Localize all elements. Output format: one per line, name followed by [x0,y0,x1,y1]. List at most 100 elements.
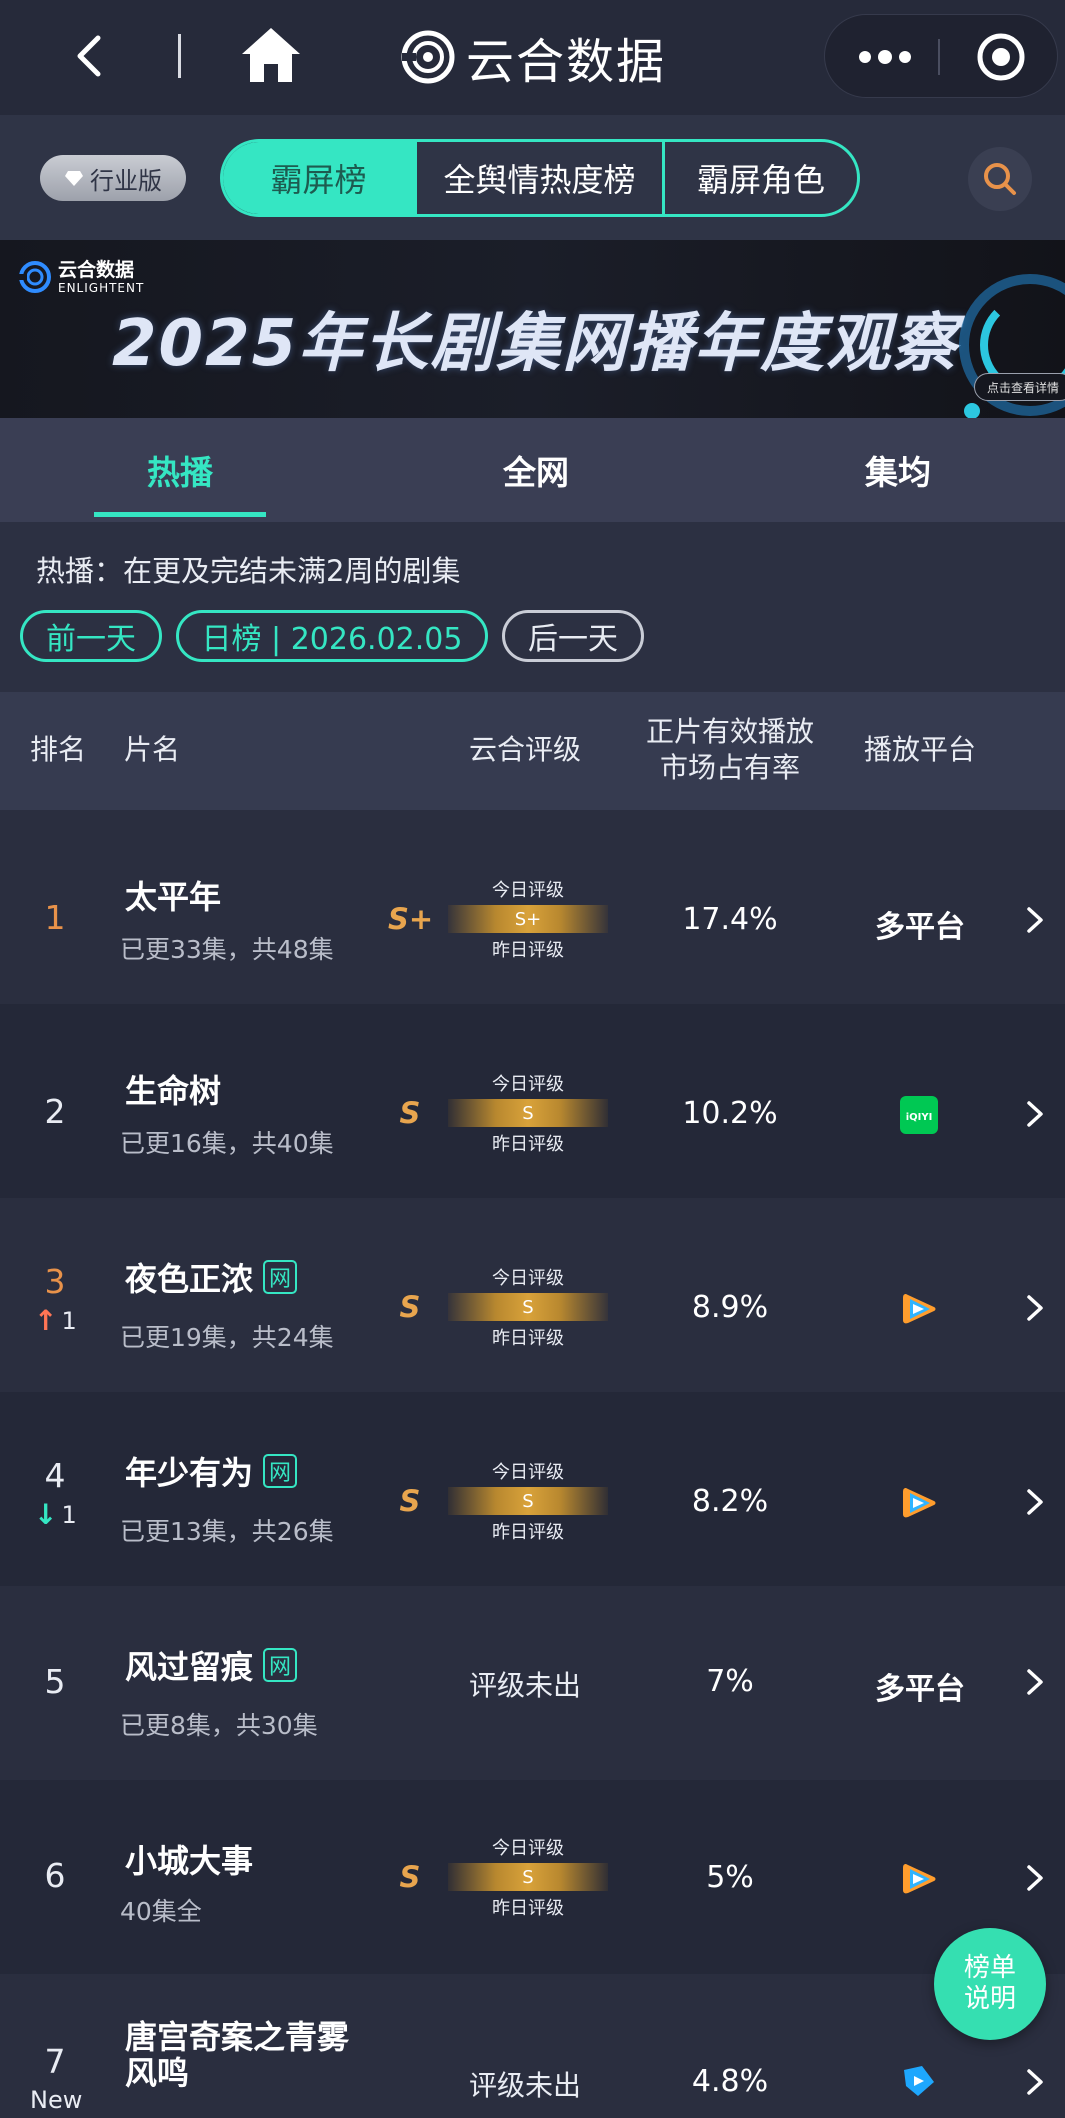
drama-title: 太平年 [125,878,222,916]
web-drama-tag: 网 [263,1260,298,1294]
svg-text:iQIYI: iQIYI [906,1112,933,1123]
banner-title: 2025年长剧集网播年度观察 [112,307,959,381]
ranking-explanation-line1: 榜单 [963,1952,1016,1983]
rank-number: 7 [44,2042,66,2081]
header-share-line1: 正片有效播放 [645,715,814,748]
today-grade-label: 今日评级 [492,1268,564,1289]
chevron-right-icon[interactable] [1020,1094,1050,1134]
drama-title: 小城大事 [125,1842,254,1880]
tab-all-network[interactable]: 全网 [450,418,622,522]
top-navigation-bar: 云合数据 [0,0,1065,115]
banner-detail-button[interactable]: 点击查看详情 [974,373,1065,401]
brand-logo-icon [401,30,455,84]
new-entry-tag: New [30,2086,83,2114]
tab-screen-dominance[interactable]: 霸屏榜 [223,142,417,214]
market-share: 5% [706,1860,754,1895]
arrow-down-icon: ↓ [34,1498,58,1531]
diamond-icon [65,171,83,186]
chevron-right-icon[interactable] [1020,1662,1050,1702]
episode-progress: 已更13集，共26集 [120,1517,334,1546]
industry-edition-badge[interactable]: 行业版 [40,155,186,201]
chevron-right-icon[interactable] [1020,900,1050,940]
table-row[interactable]: 1 太平年 已更33集，共48集 S+ 今日评级 S+ 昨日评级 17.4% 多… [0,810,1065,1004]
tab-hot-airing[interactable]: 热播 [94,418,266,522]
brand-title: 云合数据 [400,22,666,92]
rank-number: 5 [44,1662,66,1701]
table-row[interactable]: 2 生命树 已更16集，共40集 S 今日评级 S 昨日评级 10.2% iQI… [0,1004,1065,1198]
back-arrow-icon[interactable] [62,26,122,86]
episode-progress: 已更19集，共24集 [120,1323,334,1352]
market-share: 8.2% [691,1484,769,1519]
promo-banner[interactable]: 云合数据 ENLIGHTENT 2025年长剧集网播年度观察 点击查看详情 [0,240,1065,418]
web-drama-tag: 网 [263,1454,298,1488]
tab-public-opinion-heat[interactable]: 全舆情热度榜 [417,142,665,214]
today-grade-label: 今日评级 [492,1462,564,1483]
episode-progress: 40集全 [120,1897,202,1926]
episode-progress: 已更33集，共48集 [120,935,334,964]
nav-divider [178,34,181,78]
ranking-explanation-button[interactable]: 榜单 说明 [934,1928,1046,2040]
rank-change-value: 1 [61,1500,77,1529]
chevron-right-icon[interactable] [1020,1482,1050,1522]
chevron-right-icon[interactable] [1020,1288,1050,1328]
table-row[interactable]: 3 ↑ 1 夜色正浓 网 已更19集，共24集 S 今日评级 S 昨日评级 8.… [0,1198,1065,1392]
tab-dominant-roles[interactable]: 霸屏角色 [665,142,857,214]
tencent-video-icon [903,1488,936,1518]
grade-bar: S [448,1863,608,1891]
more-dots-icon[interactable] [851,37,919,77]
grade-bar: S [448,1487,608,1515]
drama-title: 风过留痕 [125,1648,254,1686]
grade-letter: S [399,1860,421,1894]
search-button[interactable] [968,147,1032,211]
table-row[interactable]: 7 New 唐宫奇案之青雾 风鸣 评级未出 4.8% [0,1974,1065,2118]
date-selector[interactable]: 日榜 | 2026.02.05 [176,610,488,662]
market-share: 7% [706,1664,754,1699]
grade-scale: 今日评级 S 昨日评级 [448,1458,608,1544]
drama-title: 夜色正浓 [125,1260,254,1298]
brand-name: 云合数据 [466,34,667,90]
chevron-right-icon[interactable] [1020,1858,1050,1898]
date-filter-area: 热播：在更及完结未满2周的剧集 前一天 日榜 | 2026.02.05 后一天 [0,522,1065,692]
rank-change-value: 1 [61,1306,77,1335]
yesterday-grade-label: 昨日评级 [492,940,564,961]
web-drama-tag: 网 [263,1648,298,1682]
rank-change: ↑ 1 [34,1304,77,1337]
enlightent-logo-icon [19,261,51,293]
market-share: 10.2% [682,1096,778,1131]
ranking-segmented-tabs: 霸屏榜 全舆情热度榜 霸屏角色 [220,139,860,217]
today-grade-label: 今日评级 [492,1074,564,1095]
home-icon[interactable] [238,24,304,86]
chevron-right-icon[interactable] [1020,2062,1050,2102]
grade-scale: 今日评级 S 昨日评级 [448,1264,608,1350]
grade-scale: 今日评级 S 昨日评级 [448,1070,608,1156]
header-title: 片名 [123,733,180,766]
market-share: 17.4% [682,902,778,937]
grade-letter: S+ [388,902,434,936]
ranking-tab-bar: 行业版 霸屏榜 全舆情热度榜 霸屏角色 [0,115,1065,240]
grade-bar: S [448,1099,608,1127]
platform-label: 多平台 [875,910,965,945]
yesterday-grade-label: 昨日评级 [492,1898,564,1919]
active-tab-underline [94,512,266,517]
close-target-icon[interactable] [975,31,1027,83]
next-day-button[interactable]: 后一天 [502,610,644,662]
header-platform: 播放平台 [863,733,976,766]
table-header: 排名 片名 云合评级 正片有效播放 市场占有率 播放平台 [0,692,1065,810]
rank-number: 4 [44,1456,66,1495]
episode-progress: 已更8集，共30集 [120,1711,318,1740]
grade-bar: S+ [448,905,608,933]
drama-title: 生命树 [125,1072,222,1110]
tencent-video-icon [903,1294,936,1324]
table-row[interactable]: 5 风过留痕 网 已更8集，共30集 评级未出 7% 多平台 [0,1586,1065,1780]
today-grade-label: 今日评级 [492,880,564,901]
episode-progress: 已更16集，共40集 [120,1129,334,1158]
market-share: 4.8% [691,2064,769,2099]
grade-letter: S [399,1096,421,1130]
table-row[interactable]: 6 小城大事 40集全 S 今日评级 S 昨日评级 5% [0,1780,1065,1974]
rank-number: 3 [44,1262,66,1301]
tab-per-episode[interactable]: 集均 [812,418,984,522]
tencent-video-icon [903,1864,936,1894]
table-row[interactable]: 4 ↓ 1 年少有为 网 已更13集，共26集 S 今日评级 S 昨日评级 8.… [0,1392,1065,1586]
drama-title: 年少有为 [125,1454,254,1492]
prev-day-button[interactable]: 前一天 [20,610,162,662]
